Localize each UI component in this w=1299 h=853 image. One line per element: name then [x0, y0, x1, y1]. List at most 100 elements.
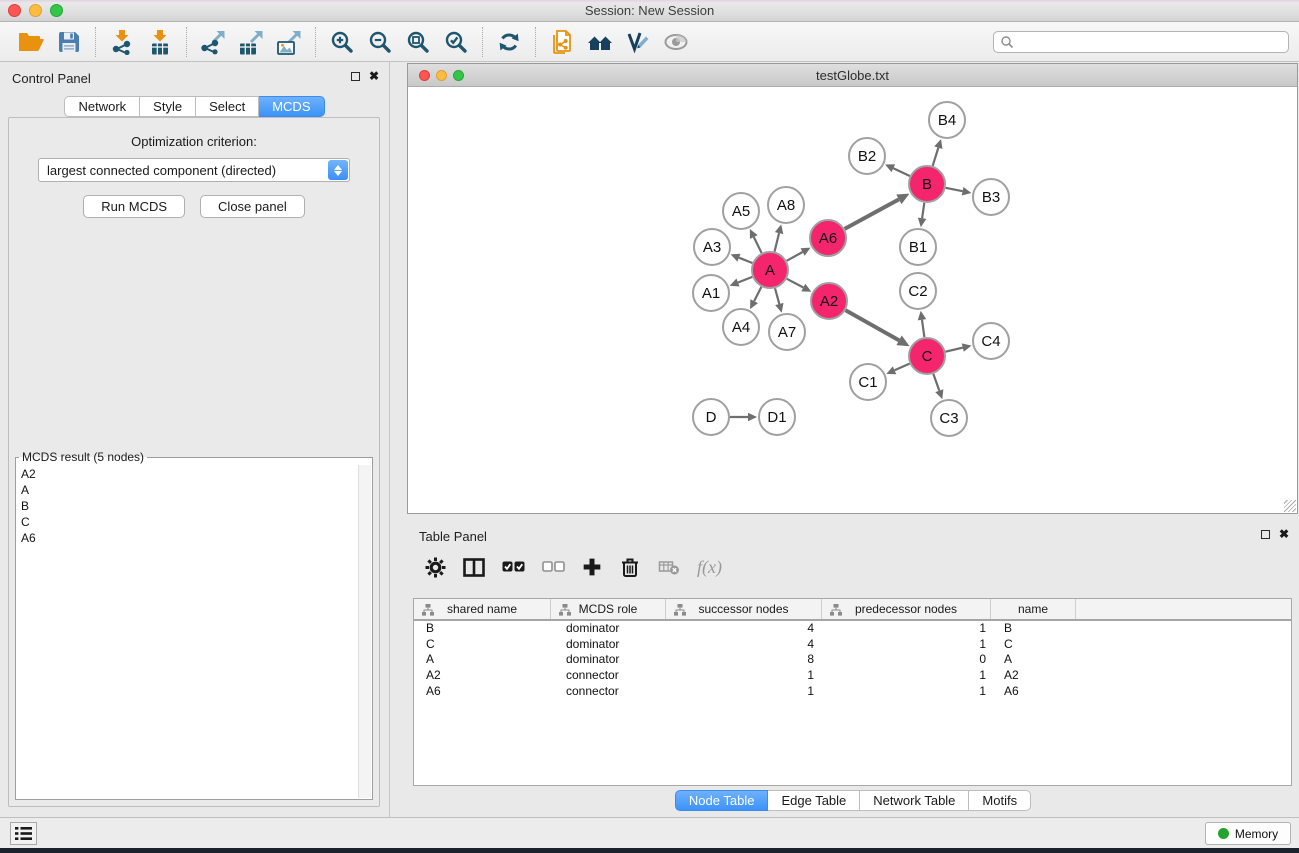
graph-edge-A2-C[interactable] — [846, 310, 900, 340]
export-network-button[interactable] — [194, 25, 232, 59]
column-header[interactable]: shared name — [414, 599, 551, 619]
network-close-button[interactable] — [419, 70, 430, 81]
tab-style[interactable]: Style — [140, 96, 196, 117]
zoom-out-button[interactable] — [361, 25, 399, 59]
mcds-result-item[interactable]: A2 — [16, 466, 356, 482]
node-table[interactable]: shared nameMCDS rolesuccessor nodesprede… — [413, 598, 1292, 786]
save-session-button[interactable] — [50, 25, 88, 59]
float-panel-icon[interactable] — [1261, 530, 1270, 539]
zoom-selected-button[interactable] — [437, 25, 475, 59]
network-maximize-button[interactable] — [453, 70, 464, 81]
table-cell: dominator — [551, 637, 666, 653]
zoom-fit-button[interactable] — [399, 25, 437, 59]
close-panel-icon[interactable]: ✖ — [1279, 529, 1289, 540]
memory-button[interactable]: Memory — [1205, 822, 1291, 845]
task-history-button[interactable] — [10, 822, 37, 845]
column-header[interactable]: MCDS role — [551, 599, 666, 619]
import-table-button[interactable] — [141, 25, 179, 59]
mcds-result-item[interactable]: A — [16, 482, 356, 498]
table-row[interactable]: Adominator80A — [414, 652, 1291, 668]
table-row[interactable]: Bdominator41B — [414, 621, 1291, 637]
close-panel-button[interactable]: Close panel — [200, 195, 305, 218]
tab-edge-table[interactable]: Edge Table — [768, 790, 860, 811]
mcds-result-box: MCDS result (5 nodes) A2ABCA6 — [15, 450, 373, 800]
graph-edge-A-A5[interactable] — [754, 237, 762, 253]
graph-edge-B-B2[interactable] — [893, 168, 910, 176]
float-panel-icon[interactable] — [351, 72, 360, 81]
network-canvas[interactable]: AA1A2A3A4A5A6A7A8BB1B2B3B4CC1C2C3C4DD1 — [408, 88, 1297, 513]
toolbar-separator — [315, 27, 316, 57]
graph-edge-B-B1[interactable] — [922, 203, 924, 218]
network-graph[interactable]: AA1A2A3A4A5A6A7A8BB1B2B3B4CC1C2C3C4DD1 — [408, 88, 1297, 513]
window-titlebar[interactable]: Session: New Session — [0, 0, 1299, 22]
graph-edge-A-A2[interactable] — [787, 279, 804, 288]
mcds-result-item[interactable]: A6 — [16, 530, 356, 546]
select-all-button[interactable] — [502, 561, 525, 573]
minimize-window-button[interactable] — [29, 4, 42, 17]
close-panel-icon[interactable]: ✖ — [369, 71, 379, 82]
graph-node-label: A3 — [703, 239, 721, 256]
zoom-in-button[interactable] — [323, 25, 361, 59]
reset-home-button[interactable] — [581, 25, 619, 59]
close-window-button[interactable] — [8, 4, 21, 17]
graph-edge-A-A6[interactable] — [787, 252, 803, 261]
graph-edge-arrowhead — [934, 139, 942, 149]
mcds-result-scrollbar[interactable] — [358, 465, 371, 798]
column-header[interactable]: successor nodes — [666, 599, 822, 619]
tab-node-table[interactable]: Node Table — [675, 790, 769, 811]
graph-edge-A6-B[interactable] — [845, 199, 899, 229]
window-resize-grip[interactable] — [1284, 500, 1296, 512]
tab-mcds[interactable]: MCDS — [259, 96, 324, 117]
graph-edge-B-B4[interactable] — [933, 148, 939, 166]
table-row[interactable]: Cdominator41C — [414, 637, 1291, 653]
table-row[interactable]: A2connector11A2 — [414, 668, 1291, 684]
export-image-button[interactable] — [270, 25, 308, 59]
network-window-titlebar[interactable]: testGlobe.txt — [408, 64, 1297, 87]
graph-edge-A-A3[interactable] — [739, 258, 752, 263]
graph-node-label: A5 — [732, 203, 750, 220]
graph-edge-A-A1[interactable] — [738, 277, 752, 283]
table-cell: 4 — [666, 637, 822, 653]
clone-network-button[interactable] — [543, 25, 581, 59]
optimization-criterion-select[interactable]: largest connected component (directed) — [38, 158, 350, 182]
graph-edge-A-A8[interactable] — [775, 233, 780, 251]
tab-network[interactable]: Network — [64, 96, 140, 117]
tab-motifs[interactable]: Motifs — [969, 790, 1031, 811]
show-hide-button[interactable] — [657, 25, 695, 59]
graph-node-label: C1 — [858, 374, 877, 391]
split-panes-button[interactable] — [463, 558, 485, 577]
graph-edge-C-C1[interactable] — [895, 364, 910, 371]
graph-edge-C-C3[interactable] — [933, 374, 939, 391]
curved-annotation-button[interactable] — [619, 25, 657, 59]
table-row[interactable]: A6connector11A6 — [414, 684, 1291, 700]
refresh-view-button[interactable] — [490, 25, 528, 59]
add-column-button[interactable] — [582, 557, 602, 577]
export-table-button[interactable] — [232, 25, 270, 59]
mcds-result-item[interactable]: C — [16, 514, 356, 530]
graph-edge-C-C4[interactable] — [945, 348, 962, 352]
tab-network-table[interactable]: Network Table — [860, 790, 969, 811]
delete-column-button[interactable] — [619, 556, 641, 578]
column-header[interactable]: predecessor nodes — [822, 599, 991, 619]
graph-edge-C-C2[interactable] — [922, 320, 924, 337]
graph-edge-arrowhead — [918, 218, 927, 228]
mcds-result-item[interactable]: B — [16, 498, 356, 514]
tab-select[interactable]: Select — [196, 96, 259, 117]
graph-edge-A-A4[interactable] — [754, 287, 761, 301]
search-box[interactable] — [993, 31, 1289, 53]
fullscreen-window-button[interactable] — [50, 4, 63, 17]
network-minimize-button[interactable] — [436, 70, 447, 81]
deselect-all-button[interactable] — [542, 561, 565, 573]
column-header[interactable]: name — [991, 599, 1076, 619]
table-settings-button[interactable] — [425, 557, 446, 578]
delete-table-button[interactable] — [658, 558, 680, 576]
run-mcds-button[interactable]: Run MCDS — [83, 195, 185, 218]
graph-edge-B-B3[interactable] — [946, 188, 963, 191]
function-builder-button[interactable]: f(x) — [697, 557, 722, 578]
status-bar: Memory — [0, 817, 1299, 848]
graph-edge-A-A7[interactable] — [775, 288, 779, 304]
search-input[interactable] — [1014, 33, 1288, 51]
import-network-button[interactable] — [103, 25, 141, 59]
toolbar-separator — [186, 27, 187, 57]
open-file-button[interactable] — [12, 25, 50, 59]
